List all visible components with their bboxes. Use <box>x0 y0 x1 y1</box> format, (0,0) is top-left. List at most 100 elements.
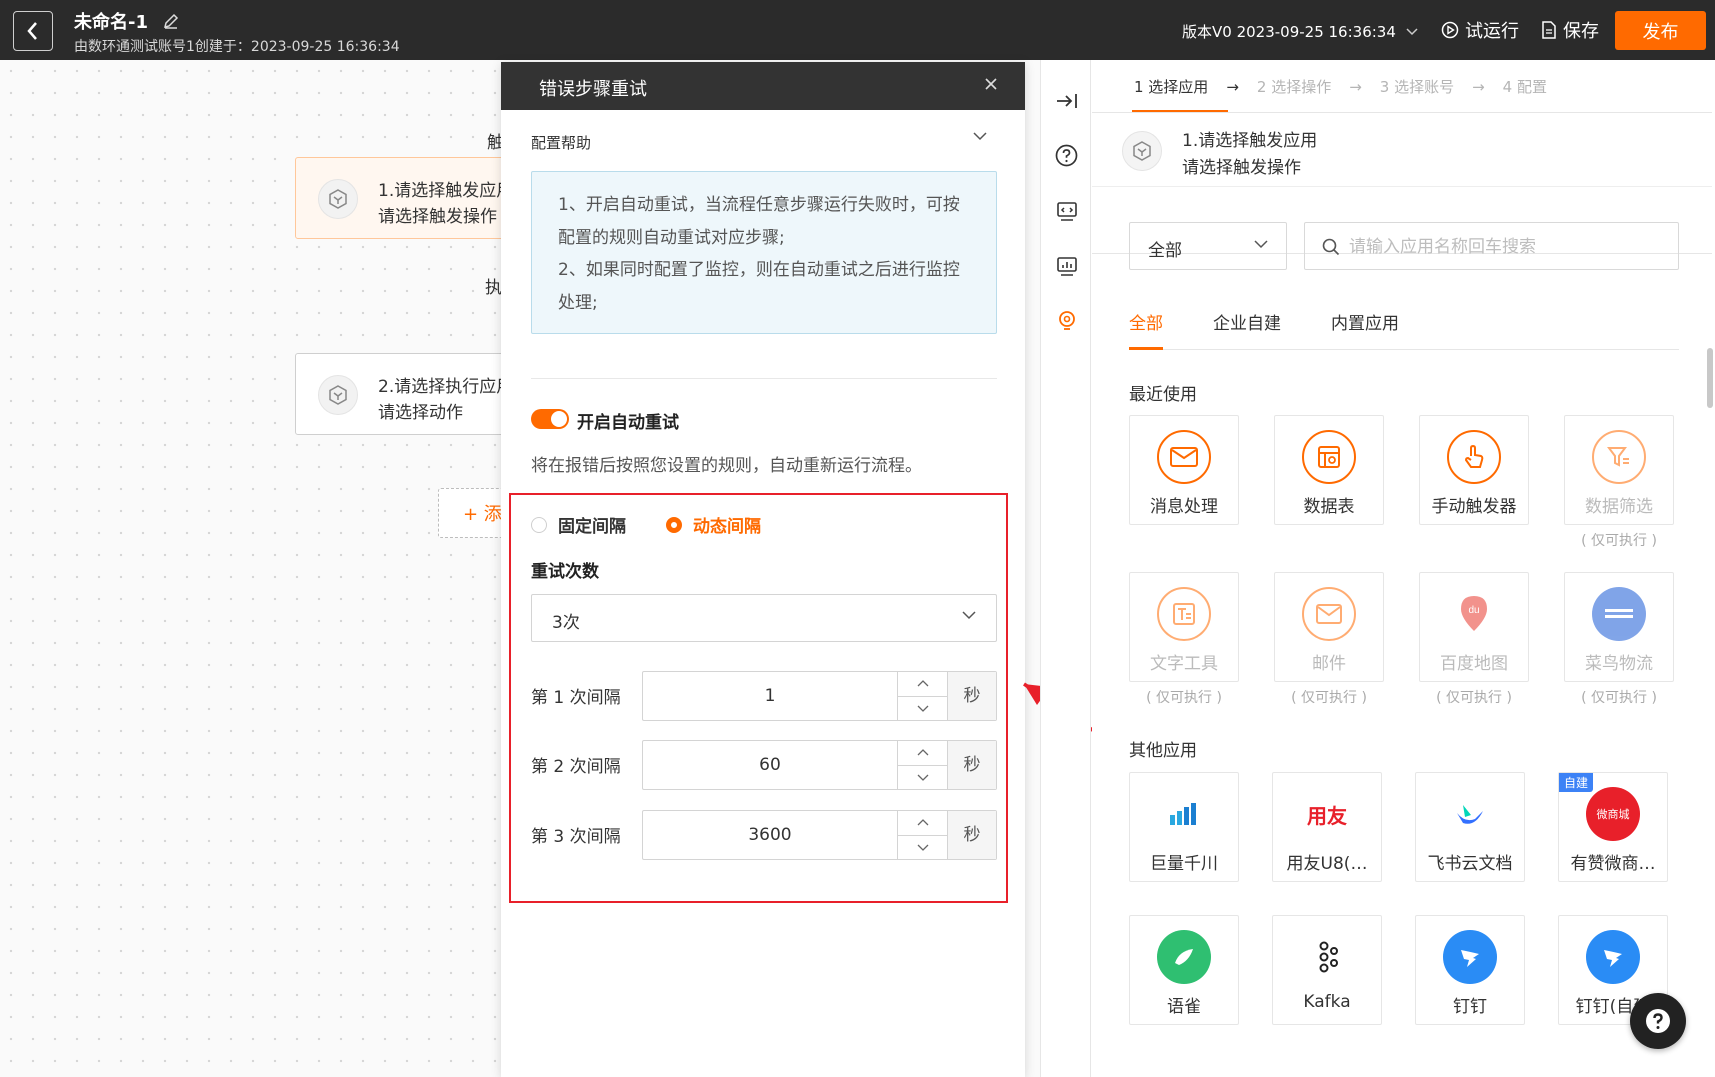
only-exec-note: ( 仅可执行 ) <box>1436 690 1512 706</box>
app-logo-text: 微商城 <box>1596 808 1630 821</box>
monitor-button[interactable] <box>1054 253 1079 278</box>
help-section-title[interactable]: 配置帮助 <box>531 132 591 153</box>
back-button[interactable] <box>13 11 53 51</box>
step-2[interactable]: 2 选择操作 <box>1257 76 1331 97</box>
app-name: 菜鸟物流 <box>1585 654 1653 674</box>
only-exec-note: ( 仅可执行 ) <box>1581 533 1657 549</box>
app-name: 手动触发器 <box>1431 497 1517 517</box>
app-tile[interactable]: du 百度地图 <box>1419 572 1529 682</box>
app-tile[interactable]: 手动触发器 <box>1419 415 1529 525</box>
chevron-down-icon[interactable] <box>973 132 987 141</box>
app-name: 邮件 <box>1312 654 1346 674</box>
edit-icon[interactable] <box>162 12 180 30</box>
help-button[interactable] <box>1054 143 1079 168</box>
step-3[interactable]: 3 选择账号 <box>1380 76 1454 97</box>
trigger-node-title: 1.请选择触发应用 <box>378 181 514 201</box>
tab-custom[interactable]: 企业自建 <box>1213 309 1281 334</box>
yuque-icon <box>1157 930 1211 984</box>
monitor-chart-icon <box>1056 256 1077 276</box>
datatable-icon <box>1302 430 1356 484</box>
arrow-right-icon: → <box>1226 77 1239 96</box>
side-toolbar <box>1040 60 1091 1077</box>
app-tile[interactable]: 自建 微商城 有赞微商… <box>1558 772 1668 882</box>
version-label: 版本V0 2023-09-25 16:36:34 <box>1182 23 1396 41</box>
app-selection-panel: 1 选择应用 → 2 选择操作 → 3 选择账号 → 4 配置 1.请选择触发应… <box>1092 60 1715 1077</box>
collapse-right-icon <box>1056 93 1077 108</box>
app-placeholder-icon <box>318 179 358 219</box>
app-tile[interactable]: 数据筛选 <box>1564 415 1674 525</box>
app-placeholder-icon <box>1122 131 1162 171</box>
step-4[interactable]: 4 配置 <box>1503 76 1547 97</box>
only-exec-note: ( 仅可执行 ) <box>1581 690 1657 706</box>
bulb-icon <box>1058 310 1075 330</box>
trigger-node[interactable]: 1.请选择触发应用 请选择触发操作 <box>295 157 515 239</box>
app-tile[interactable]: 菜鸟物流 <box>1564 572 1674 682</box>
app-tile[interactable]: 飞书云文档 <box>1415 772 1525 882</box>
trial-run-label: 试运行 <box>1465 21 1519 42</box>
panel-scrollbar[interactable] <box>1707 348 1713 408</box>
app-tile[interactable]: 钉钉 <box>1415 915 1525 1025</box>
arrow-right-icon: → <box>1472 77 1485 96</box>
document-icon <box>1542 21 1556 39</box>
trigger-node-subtitle: 请选择触发操作 <box>378 207 497 227</box>
drawer-header: 错误步骤重试 <box>501 62 1025 110</box>
divider <box>531 378 997 379</box>
tab-builtin[interactable]: 内置应用 <box>1331 309 1399 334</box>
save-button[interactable]: 保存 <box>1541 17 1599 43</box>
play-circle-icon <box>1441 21 1459 39</box>
code-button[interactable] <box>1054 198 1079 223</box>
help-line: 1、开启自动重试，当流程任意步骤运行失败时，可按 <box>558 195 960 215</box>
auto-retry-toggle[interactable] <box>531 409 569 429</box>
other-section-title: 其他应用 <box>1129 741 1197 761</box>
category-select[interactable]: 全部 <box>1129 222 1287 270</box>
tab-all[interactable]: 全部 <box>1129 309 1163 334</box>
app-tile[interactable]: 文字工具 <box>1129 572 1239 682</box>
app-tile[interactable]: 巨量千川 <box>1129 772 1239 882</box>
app-name: 数据筛选 <box>1585 497 1653 517</box>
selected-step-row[interactable]: 1.请选择触发应用 请选择触发操作 <box>1092 113 1712 187</box>
only-exec-note: ( 仅可执行 ) <box>1146 690 1222 706</box>
app-tile[interactable]: 数据表 <box>1274 415 1384 525</box>
retry-settings-button[interactable] <box>1054 308 1079 333</box>
app-tile[interactable]: 用友 用友U8(… <box>1272 772 1382 882</box>
step-1[interactable]: 1 选择应用 <box>1134 76 1208 97</box>
help-line: 处理; <box>558 292 598 313</box>
cainiao-icon <box>1592 587 1646 641</box>
question-circle-icon <box>1646 1009 1670 1033</box>
close-icon[interactable] <box>983 76 999 92</box>
kafka-icon <box>1300 930 1354 984</box>
app-tile[interactable]: 语雀 <box>1129 915 1239 1025</box>
question-circle-icon <box>1055 144 1078 167</box>
app-name: 钉钉 <box>1453 997 1487 1017</box>
app-search-box[interactable] <box>1304 222 1679 270</box>
step-indicator: 1 选择应用 → 2 选择操作 → 3 选择账号 → 4 配置 <box>1134 76 1547 97</box>
version-selector[interactable]: 版本V0 2023-09-25 16:36:34 <box>1182 21 1418 42</box>
help-line: 配置的规则自动重试对应步骤; <box>558 227 785 248</box>
tab-divider <box>1129 349 1679 350</box>
collapse-panel-button[interactable] <box>1054 88 1079 113</box>
app-search-input[interactable] <box>1349 233 1669 261</box>
auto-retry-label: 开启自动重试 <box>577 413 679 433</box>
app-tile[interactable]: Kafka <box>1272 915 1382 1025</box>
action-section-label: 执 <box>485 278 502 298</box>
trial-run-button[interactable]: 试运行 <box>1441 17 1519 43</box>
app-tile[interactable]: 消息处理 <box>1129 415 1239 525</box>
text-tool-icon <box>1157 587 1211 641</box>
app-logo-text: 用友 <box>1307 803 1347 828</box>
top-bar: 未命名-1 由数环通测试账号1创建于：2023-09-25 16:36:34 版… <box>0 0 1715 60</box>
app-tabs: 全部 企业自建 内置应用 <box>1129 309 1399 334</box>
action-node-subtitle: 请选择动作 <box>378 403 463 423</box>
custom-badge: 自建 <box>1559 773 1594 792</box>
app-tile[interactable]: 邮件 <box>1274 572 1384 682</box>
app-name: 语雀 <box>1167 997 1201 1017</box>
feishu-icon <box>1443 787 1497 841</box>
app-name: 文字工具 <box>1150 654 1218 674</box>
drawer-title: 错误步骤重试 <box>539 79 647 100</box>
auto-retry-description: 将在报错后按照您设置的规则，自动重新运行流程。 <box>531 456 922 476</box>
action-node[interactable]: 2.请选择执行应用 请选择动作 <box>295 353 515 435</box>
app-name: 飞书云文档 <box>1427 854 1513 874</box>
app-name: 有赞微商… <box>1570 854 1656 874</box>
chevron-down-icon <box>1406 27 1418 35</box>
publish-button[interactable]: 发布 <box>1615 11 1706 50</box>
help-float-button[interactable] <box>1630 993 1686 1049</box>
